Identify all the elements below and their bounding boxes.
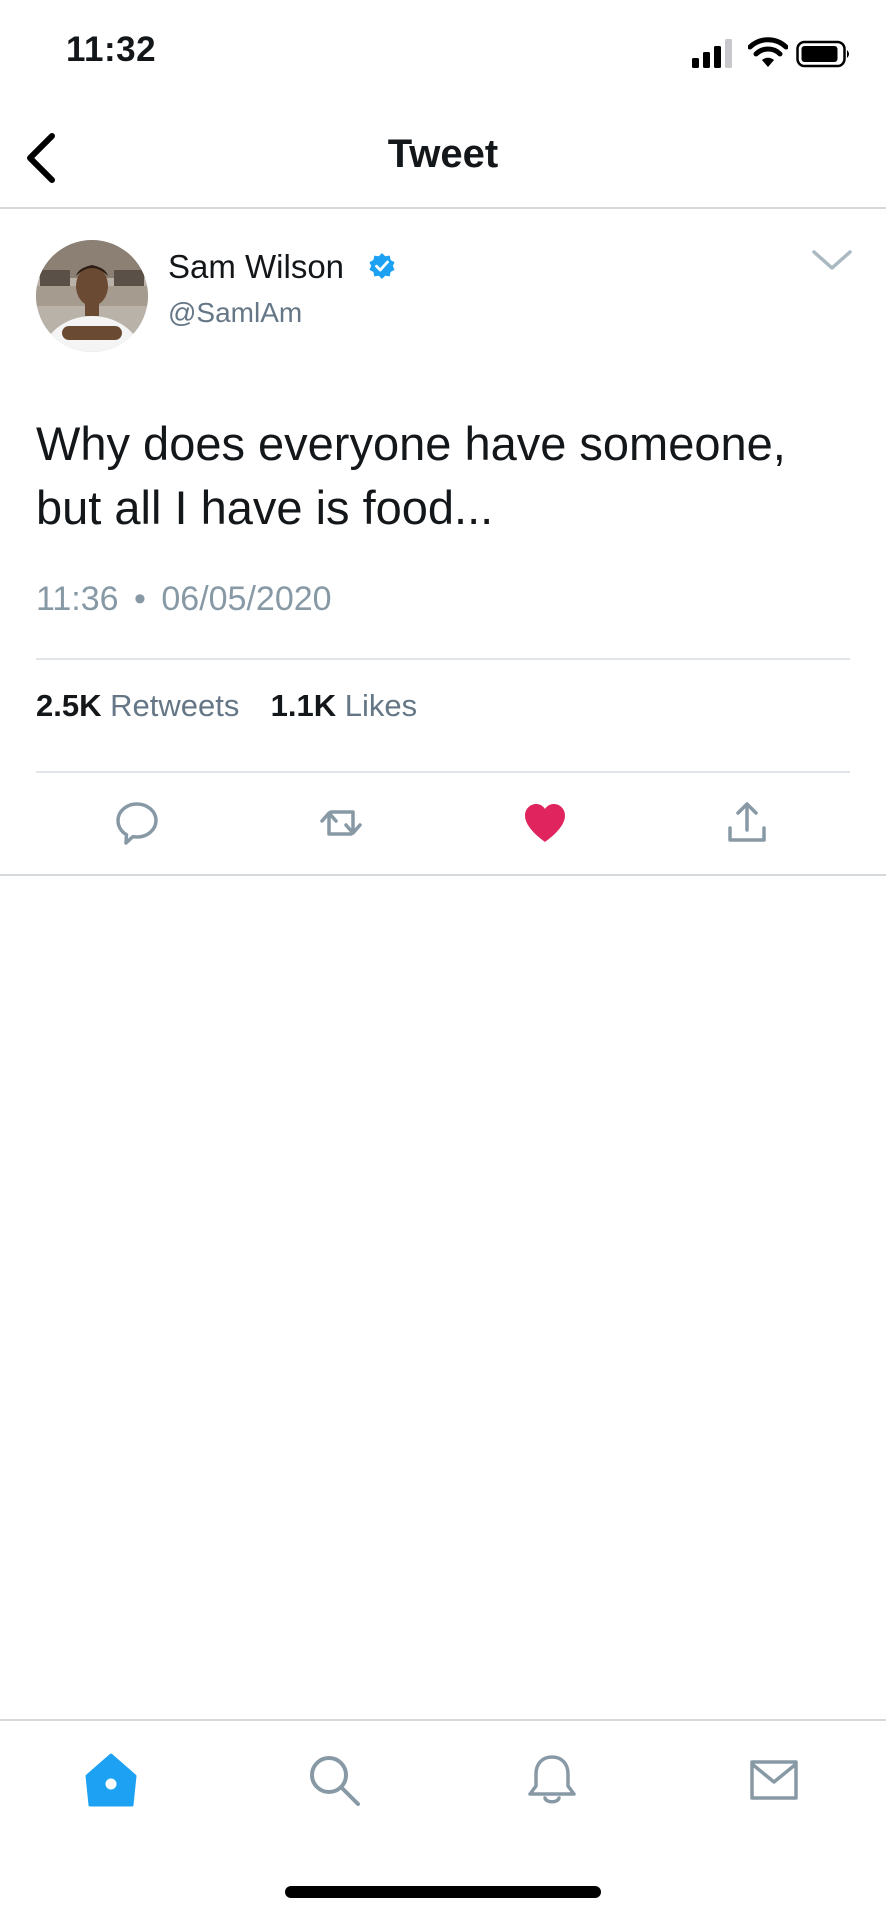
home-icon[interactable]: [83, 1752, 139, 1808]
chevron-down-icon[interactable]: [808, 240, 856, 280]
verified-badge-icon: [369, 253, 395, 279]
timestamp-separator: •: [134, 580, 146, 618]
author-handle[interactable]: @SamlAm: [168, 297, 302, 329]
retweets-label[interactable]: Retweets: [110, 688, 239, 723]
tweet-timestamp: 11:36 • 06/05/2020: [36, 580, 332, 619]
reply-icon[interactable]: [112, 798, 162, 848]
tweet-text: Why does everyone have someone, but all …: [36, 417, 786, 534]
avatar-photo: [36, 240, 148, 352]
page-title: Tweet: [387, 132, 499, 176]
tweet-time: 11:36: [36, 580, 119, 618]
likes-count[interactable]: 1.1K: [271, 688, 336, 723]
tweet-date: 06/05/2020: [161, 580, 332, 618]
author-name[interactable]: Sam Wilson: [168, 248, 344, 286]
cellular-signal-icon: [692, 39, 732, 68]
like-heart-icon[interactable]: [520, 798, 570, 848]
stats-top-divider: [36, 658, 850, 660]
status-time: 11:32: [66, 30, 157, 69]
tweet-bottom-divider: [0, 874, 886, 876]
home-indicator[interactable]: [285, 1886, 601, 1898]
tab-bar-divider: [0, 1719, 886, 1721]
tweet-stats: 2.5K Retweets 1.1K Likes: [36, 688, 417, 724]
messages-envelope-icon[interactable]: [746, 1752, 802, 1808]
retweet-icon[interactable]: [316, 798, 366, 848]
battery-icon: [796, 40, 849, 68]
stats-bottom-divider: [36, 771, 850, 773]
retweets-count[interactable]: 2.5K: [36, 688, 101, 723]
search-icon[interactable]: [306, 1752, 362, 1808]
wifi-icon: [748, 37, 788, 67]
avatar[interactable]: [36, 240, 148, 352]
share-icon[interactable]: [722, 798, 772, 848]
header-divider: [0, 207, 886, 209]
notifications-bell-icon[interactable]: [524, 1752, 580, 1808]
likes-label[interactable]: Likes: [345, 688, 417, 723]
